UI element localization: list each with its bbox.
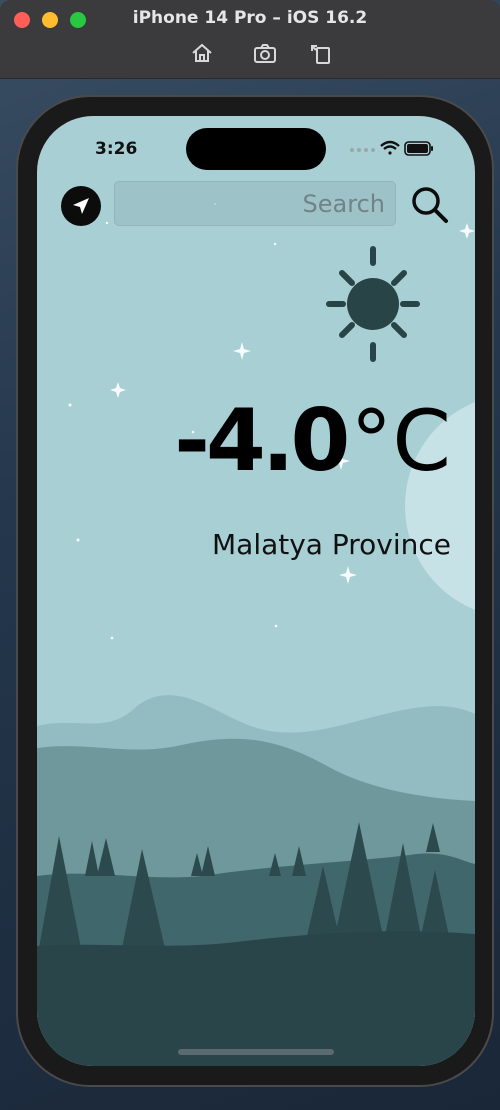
sun-icon	[326, 246, 420, 362]
screenshot-icon[interactable]	[252, 40, 278, 66]
temperature-value: -4.0	[174, 391, 350, 491]
magnifier-icon	[412, 187, 448, 223]
simulator-titlebar: iPhone 14 Pro – iOS 16.2	[0, 0, 500, 79]
rotate-icon[interactable]	[308, 40, 334, 66]
signal-icon	[350, 148, 375, 152]
status-time: 3:26	[95, 139, 138, 159]
city-name: Malatya Province	[212, 528, 451, 561]
temperature-display: -4.0°C	[174, 398, 451, 484]
wifi-icon	[380, 140, 400, 155]
battery-icon	[404, 141, 433, 156]
location-arrow-icon	[73, 198, 89, 214]
window-title: iPhone 14 Pro – iOS 16.2	[132, 8, 368, 28]
dynamic-island	[186, 128, 326, 170]
location-button[interactable]	[61, 186, 101, 226]
temperature-unit: °C	[350, 392, 451, 490]
app-screen: 3:26 Search -4.0°C Malatya Province	[37, 116, 475, 1066]
home-indicator[interactable]	[178, 1049, 334, 1055]
search-button[interactable]	[410, 185, 450, 225]
search-input[interactable]	[114, 181, 396, 226]
status-icons	[350, 140, 433, 156]
home-icon[interactable]	[189, 40, 215, 66]
